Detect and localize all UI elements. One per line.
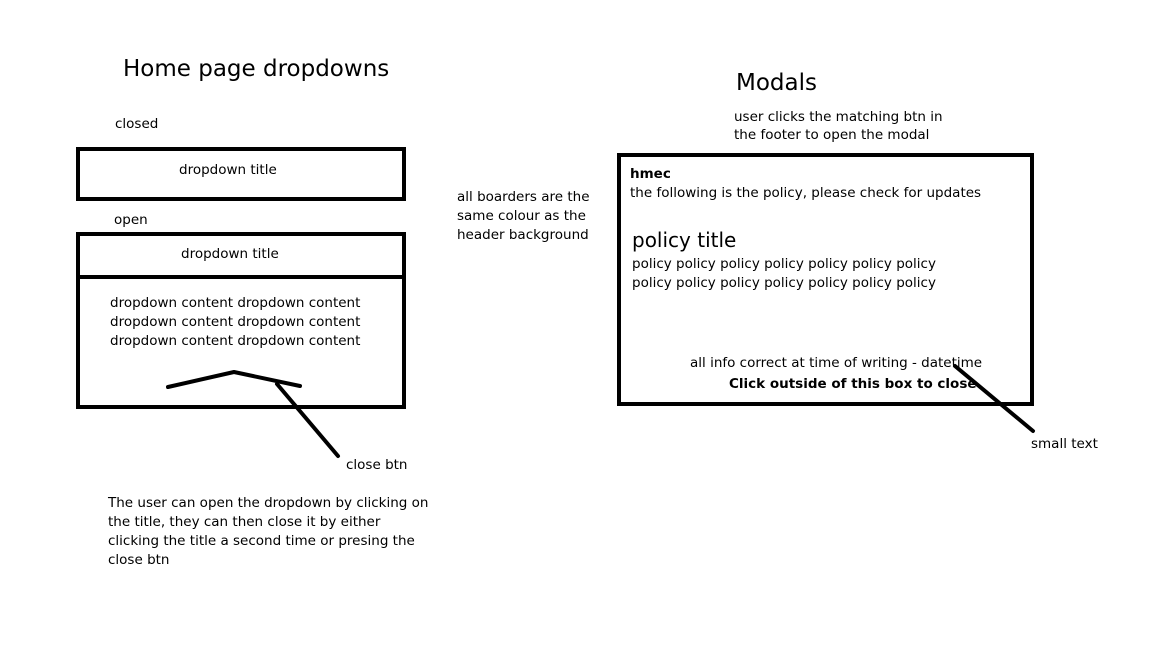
small-text-pointer-line (953, 364, 1035, 433)
close-btn-pointer-line (275, 382, 340, 458)
annotation-strokes (166, 364, 1035, 458)
